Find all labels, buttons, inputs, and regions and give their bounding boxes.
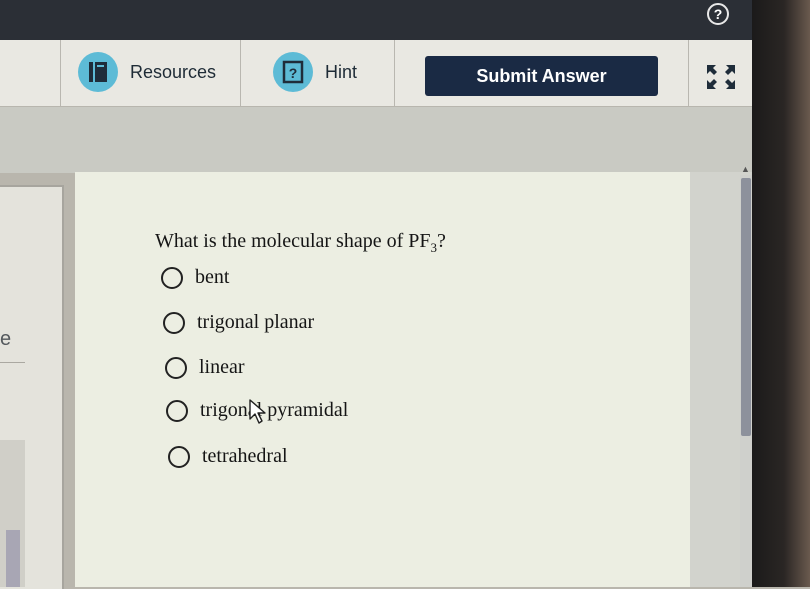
hint-button[interactable]: ? Hint xyxy=(273,52,357,92)
radio-button[interactable] xyxy=(161,266,183,289)
expand-icon[interactable] xyxy=(706,64,736,95)
question-text: What is the molecular shape of PF3? xyxy=(155,230,446,255)
help-icon[interactable]: ? xyxy=(707,3,729,25)
toolbar-divider xyxy=(240,40,241,106)
option-label: linear xyxy=(199,356,245,378)
answer-option[interactable]: bent xyxy=(161,266,229,289)
radio-button[interactable] xyxy=(165,356,187,379)
option-label: trigonal planar xyxy=(197,311,315,333)
hint-label: Hint xyxy=(325,61,358,82)
top-bar: ? xyxy=(0,0,760,40)
answer-option[interactable]: tetrahedral xyxy=(168,445,288,468)
option-label: tetrahedral xyxy=(202,445,288,467)
radio-button[interactable] xyxy=(163,311,185,334)
resources-label: Resources xyxy=(130,61,217,82)
content-header-band xyxy=(0,107,752,173)
option-label: trigonal pyramidal xyxy=(200,399,349,421)
question-box-icon: ? xyxy=(273,52,313,92)
option-label: bent xyxy=(195,266,230,288)
resources-button[interactable]: Resources xyxy=(78,52,216,92)
toolbar-divider xyxy=(60,40,61,106)
scrollbar-thumb[interactable] xyxy=(741,178,751,436)
scroll-up-icon[interactable]: ▲ xyxy=(741,164,750,174)
svg-text:?: ? xyxy=(289,65,298,81)
answer-option[interactable]: trigonal planar xyxy=(163,311,314,334)
answer-option[interactable]: linear xyxy=(165,356,245,379)
radio-button[interactable] xyxy=(166,399,188,422)
radio-button[interactable] xyxy=(168,445,190,468)
toolbar: Resources ? Hint Submit Answer xyxy=(0,40,752,107)
toolbar-divider xyxy=(688,40,689,106)
left-panel-divider xyxy=(0,362,25,363)
screen-bezel xyxy=(752,0,810,587)
mouse-cursor-icon xyxy=(249,399,267,430)
left-panel-text: e xyxy=(0,328,12,350)
left-panel-bar xyxy=(6,530,20,587)
toolbar-divider xyxy=(394,40,395,106)
submit-answer-button[interactable]: Submit Answer xyxy=(425,56,658,96)
book-icon xyxy=(78,52,118,92)
